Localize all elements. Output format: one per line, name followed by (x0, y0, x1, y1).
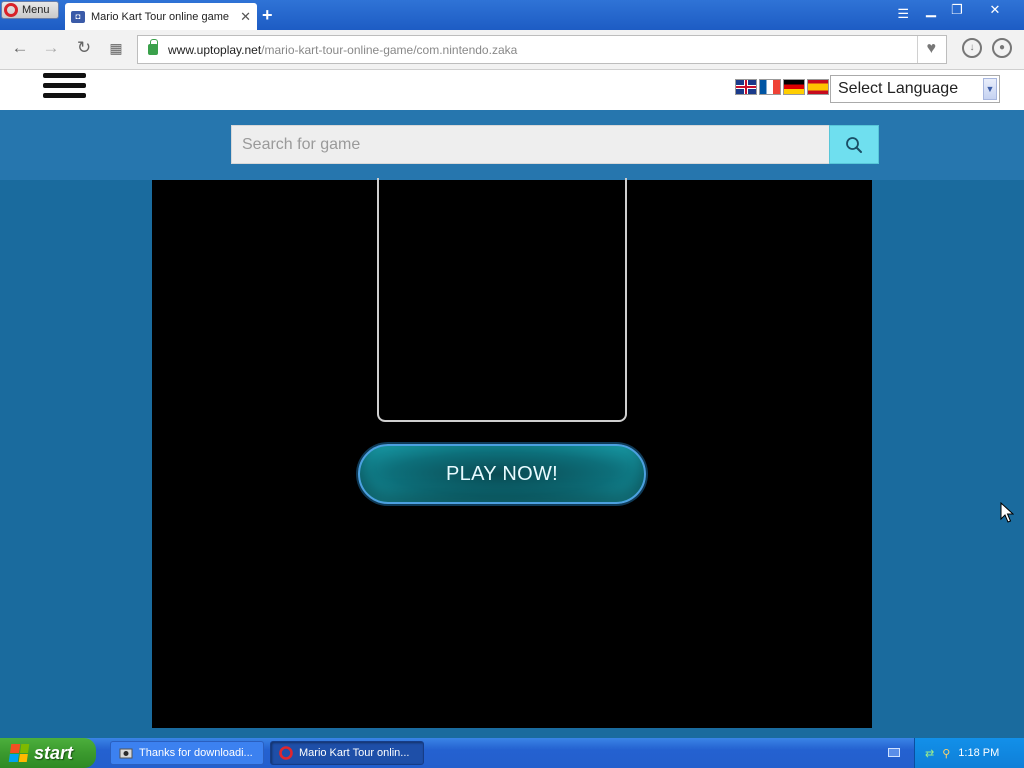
window-controls: ▁ ❐ ✕ (920, 2, 1018, 18)
spain-flag-icon[interactable] (807, 79, 829, 95)
tab-menu-icon[interactable]: ☰ (897, 6, 909, 22)
reload-icon[interactable]: ↻ (73, 38, 95, 58)
language-select-value: Select Language (838, 80, 959, 97)
search-button[interactable] (829, 125, 879, 164)
address-bar[interactable]: www.uptoplay.net /mario-kart-tour-online… (137, 35, 947, 64)
installer-icon (119, 748, 133, 759)
browser-titlebar: Menu ◘ Mario Kart Tour online game ✕ + ☰… (0, 0, 1024, 30)
taskbar-item-download[interactable]: Thanks for downloadi... (110, 741, 264, 765)
close-window-icon[interactable]: ✕ (972, 2, 1018, 18)
speed-dial-icon[interactable]: ▦ (105, 40, 127, 57)
tab-close-icon[interactable]: ✕ (240, 9, 251, 25)
tab-active[interactable]: ◘ Mario Kart Tour online game ✕ (65, 3, 257, 30)
network-icon[interactable]: ⇄ (925, 747, 934, 760)
secure-lock-icon (148, 39, 158, 55)
url-domain: www.uptoplay.net (168, 42, 262, 57)
search-band (0, 110, 1024, 180)
germany-flag-icon[interactable] (783, 79, 805, 95)
magnifier-icon[interactable]: ⚲ (942, 747, 950, 760)
start-button[interactable]: start (0, 738, 96, 768)
minimize-icon[interactable]: ▁ (920, 2, 942, 18)
tab-title: Mario Kart Tour online game (91, 10, 229, 23)
search-icon (846, 136, 862, 153)
game-frame[interactable]: PLAY NOW! (152, 178, 872, 728)
search-input[interactable] (231, 125, 830, 164)
game-preview-box (377, 178, 627, 422)
browser-toolbar: ← → ↻ ▦ www.uptoplay.net /mario-kart-tou… (0, 30, 1024, 70)
opera-menu-button[interactable]: Menu (1, 1, 59, 19)
hamburger-menu-icon[interactable] (43, 73, 86, 105)
language-select[interactable]: Select Language ▼ (830, 75, 1000, 103)
clock: 1:18 PM (958, 747, 1000, 759)
download-icon[interactable]: ↓ (962, 38, 982, 58)
back-icon[interactable]: ← (9, 38, 31, 58)
keyboard-icon[interactable] (888, 748, 900, 757)
forward-icon[interactable]: → (40, 38, 62, 58)
taskbar-item-label: Mario Kart Tour onlin... (299, 747, 410, 759)
menu-label: Menu (22, 4, 50, 16)
chevron-down-icon[interactable]: ▼ (983, 78, 997, 100)
france-flag-icon[interactable] (759, 79, 781, 95)
new-tab-button[interactable]: + (262, 5, 273, 26)
windows-logo-icon (8, 744, 30, 762)
uk-flag-icon[interactable] (735, 79, 757, 95)
heart-icon[interactable]: ♥ (927, 40, 937, 58)
mouse-cursor-icon (1000, 502, 1014, 523)
restore-icon[interactable]: ❐ (946, 2, 968, 18)
system-tray: ⇄ ⚲ 1:18 PM (914, 738, 1024, 768)
opera-logo-icon (4, 3, 18, 17)
taskbar: start Thanks for downloadi... Mario Kart… (0, 738, 1024, 768)
taskbar-item-browser[interactable]: Mario Kart Tour onlin... (270, 741, 424, 765)
start-label: start (34, 742, 74, 763)
play-now-button[interactable]: PLAY NOW! (358, 444, 646, 504)
opera-icon (279, 746, 293, 760)
account-icon[interactable]: ● (992, 38, 1012, 58)
url-path: /mario-kart-tour-online-game/com.nintend… (261, 42, 518, 57)
site-header: Select Language ▼ (0, 70, 1024, 110)
site-favicon-icon: ◘ (71, 10, 85, 23)
address-divider (917, 36, 918, 63)
taskbar-item-label: Thanks for downloadi... (139, 747, 253, 759)
